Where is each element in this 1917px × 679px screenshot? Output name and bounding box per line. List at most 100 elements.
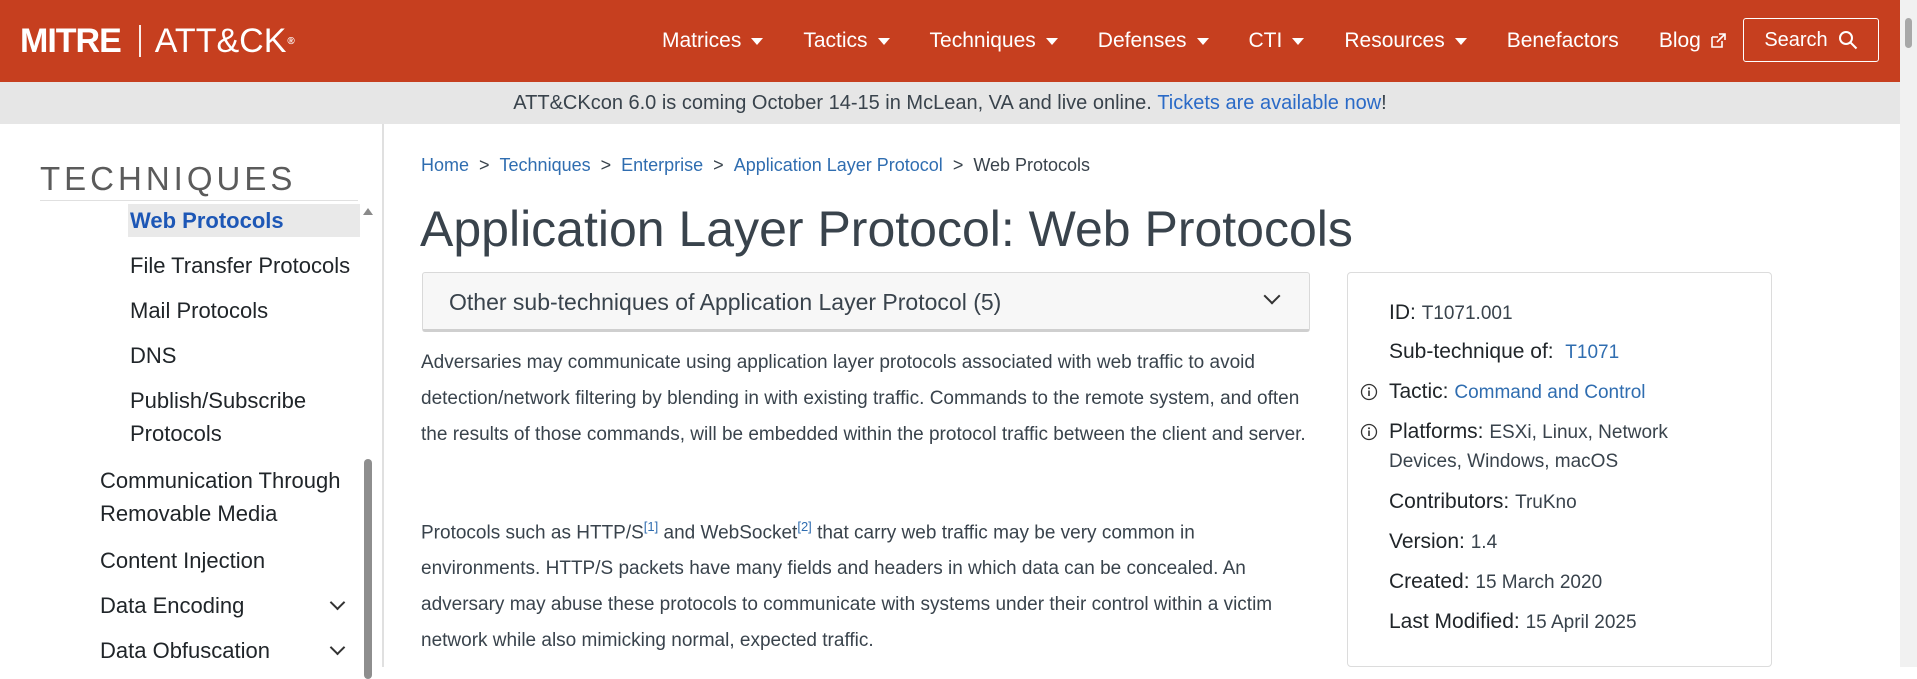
sub-techniques-accordion[interactable]: Other sub-techniques of Application Laye… <box>422 272 1310 332</box>
sidebar-item-content-injection[interactable]: Content Injection <box>100 544 265 577</box>
sidebar-item-mail-protocols[interactable]: Mail Protocols <box>130 294 268 327</box>
card-modified-row: Last Modified: 15 April 2025 <box>1389 610 1637 634</box>
sidebar-item-label: Publish/Subscribe <box>130 388 307 413</box>
breadcrumb-separator: > <box>479 155 490 175</box>
nav-blog[interactable]: Blog <box>1659 29 1727 53</box>
citation-2-link[interactable]: [2] <box>797 519 811 534</box>
breadcrumb-application-layer-protocol[interactable]: Application Layer Protocol <box>734 155 943 175</box>
scroll-up-arrow-icon[interactable] <box>363 208 373 215</box>
sidebar-item-data-encoding[interactable]: Data Encoding <box>100 589 244 622</box>
banner-tickets-link[interactable]: Tickets are available now <box>1157 92 1381 115</box>
nav-blog-label: Blog <box>1658 29 1701 52</box>
sidebar: TECHNIQUES Web Protocols File Transfer P… <box>0 124 384 679</box>
card-version-label: Version: <box>1389 530 1465 553</box>
card-subtechnique-link[interactable]: T1071 <box>1565 342 1619 363</box>
sidebar-title: TECHNIQUES <box>40 160 297 197</box>
logo-attack: ATT&CK <box>154 21 287 60</box>
chevron-down-icon[interactable] <box>329 594 346 611</box>
card-created-value: 15 March 2020 <box>1475 572 1603 593</box>
mitre-attack-logo[interactable]: MITRE ATT&CK ® <box>20 20 295 62</box>
card-tactic-row: Tactic: Command and Control <box>1389 380 1646 404</box>
description-paragraph-1: Adversaries may communicate using applic… <box>421 352 1306 445</box>
chevron-down-icon <box>1196 37 1209 45</box>
card-platforms-row: Platforms: ESXi, Linux, Network <box>1389 420 1668 444</box>
breadcrumb-separator: > <box>600 155 612 175</box>
citation-1: [1] <box>644 518 658 535</box>
nav-defenses[interactable]: Defenses <box>1098 29 1209 53</box>
breadcrumb: Home > Techniques > Enterprise > Application L… <box>421 155 1090 176</box>
chevron-down-icon[interactable] <box>329 639 346 656</box>
sidebar-item-label: Communication Through <box>100 468 341 493</box>
sidebar-item-data-obfuscation[interactable]: Data Obfuscation <box>100 634 270 667</box>
nav-techniques[interactable]: Techniques <box>930 29 1058 53</box>
card-created-row: Created: 15 March 2020 <box>1389 570 1602 594</box>
sidebar-item-dns[interactable]: DNS <box>130 339 176 372</box>
card-platforms-value: ESXi, Linux, Network <box>1489 422 1668 443</box>
breadcrumb-home[interactable]: Home <box>421 155 469 175</box>
description-paragraph-2: Protocols such as HTTP/S[1] and WebSocke… <box>421 509 1316 659</box>
nav-tactics[interactable]: Tactics <box>803 29 890 53</box>
banner-text: ATT&CKcon 6.0 is coming October 14-15 in… <box>513 91 1152 114</box>
chevron-down-icon <box>1045 37 1058 45</box>
chevron-down-icon <box>877 37 890 45</box>
page-title: Application Layer Protocol: Web Protocol… <box>420 201 1353 257</box>
sidebar-scrollbar-thumb[interactable] <box>364 459 372 679</box>
breadcrumb-separator: > <box>713 155 724 175</box>
breadcrumb-current: Web Protocols <box>973 155 1091 175</box>
card-contributors-label: Contributors: <box>1389 490 1510 513</box>
external-link-icon <box>1711 33 1726 48</box>
page-scrollbar-thumb[interactable] <box>1905 18 1912 48</box>
breadcrumb-enterprise[interactable]: Enterprise <box>621 155 703 175</box>
card-contributors-row: Contributors: TruKno <box>1389 490 1577 514</box>
nav-benefactors[interactable]: Benefactors <box>1507 29 1619 53</box>
chevron-down-icon <box>751 37 764 45</box>
card-modified-label: Last Modified: <box>1389 610 1520 633</box>
card-created-label: Created: <box>1389 570 1470 593</box>
page-scrollbar[interactable] <box>1900 0 1917 667</box>
nav-resources-label: Resources <box>1344 29 1445 52</box>
info-icon[interactable] <box>1360 383 1378 401</box>
breadcrumb-techniques[interactable]: Techniques <box>500 155 591 175</box>
chevron-down-icon <box>1292 37 1305 45</box>
top-navbar: MITRE ATT&CK ® Matrices Tactics Techniqu… <box>0 0 1900 82</box>
card-contributors-value: TruKno <box>1515 492 1577 513</box>
card-subtechnique-row: Sub-technique of: T1071 <box>1389 340 1619 364</box>
card-id-row: ID: T1071.001 <box>1389 301 1513 325</box>
sidebar-item-label-line2: Removable Media <box>100 501 278 526</box>
logo-mitre: MITRE <box>20 21 122 60</box>
nav-tactics-label: Tactics <box>803 29 868 52</box>
card-tactic-label: Tactic: <box>1389 380 1449 403</box>
nav-resources[interactable]: Resources <box>1344 29 1467 53</box>
card-modified-value: 15 April 2025 <box>1525 612 1637 633</box>
nav-menu: Matrices Tactics Techniques Defenses CTI… <box>662 0 1767 82</box>
sidebar-item-publish-subscribe-protocols[interactable]: Publish/Subscribe Protocols <box>130 384 306 450</box>
sidebar-scrollbar[interactable] <box>362 204 374 679</box>
card-id-value: T1071.001 <box>1421 303 1513 324</box>
sidebar-item-label-line2: Protocols <box>130 421 222 446</box>
nav-cti-label: CTI <box>1248 29 1283 52</box>
sidebar-item-file-transfer-protocols[interactable]: File Transfer Protocols <box>130 249 350 282</box>
card-version-value: 1.4 <box>1470 532 1498 553</box>
card-version-row: Version: 1.4 <box>1389 530 1497 554</box>
sidebar-item-web-protocols[interactable]: Web Protocols <box>128 204 360 237</box>
nav-defenses-label: Defenses <box>1097 29 1187 52</box>
announcement-banner: ATT&CKcon 6.0 is coming October 14-15 in… <box>0 82 1900 124</box>
nav-cti[interactable]: CTI <box>1249 29 1305 53</box>
nav-benefactors-label: Benefactors <box>1506 29 1619 52</box>
nav-matrices-label: Matrices <box>662 29 742 52</box>
nav-matrices[interactable]: Matrices <box>662 29 764 53</box>
banner-suffix: ! <box>1381 91 1387 114</box>
search-button-label: Search <box>1764 28 1828 51</box>
sidebar-divider <box>40 200 358 201</box>
accordion-label: Other sub-techniques of Application Laye… <box>449 289 1002 315</box>
citation-1-link[interactable]: [1] <box>644 519 658 534</box>
card-platforms-value-line2: Devices, Windows, macOS <box>1389 451 1619 472</box>
search-button[interactable]: Search <box>1743 18 1879 62</box>
chevron-down-icon <box>1454 37 1467 45</box>
breadcrumb-separator: > <box>952 155 964 175</box>
citation-2: [2] <box>797 518 811 535</box>
info-icon[interactable] <box>1360 423 1378 441</box>
nav-techniques-label: Techniques <box>929 29 1036 52</box>
card-tactic-link[interactable]: Command and Control <box>1454 382 1645 403</box>
sidebar-item-communication-through-removable-media[interactable]: Communication Through Removable Media <box>100 464 341 530</box>
